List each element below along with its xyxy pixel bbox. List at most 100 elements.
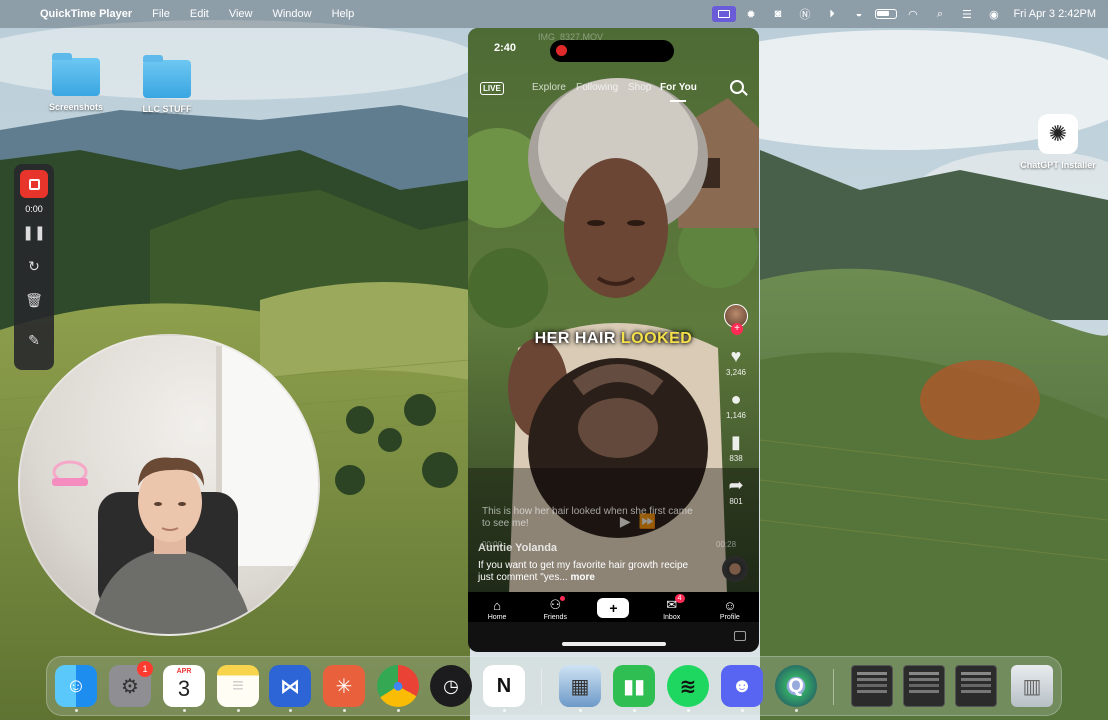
profile-icon: ☺ [723,597,737,613]
recording-timer: 0:00 [25,204,43,214]
control-center-icon[interactable]: ☰ [953,4,980,24]
create-button[interactable]: + [588,598,638,618]
desktop-item-chatgpt-installer[interactable]: ✺ ChatGPT Installer [1010,114,1106,170]
running-indicator [579,709,582,712]
quicktime-icon[interactable]: Q [775,665,817,707]
menu-window[interactable]: Window [262,8,321,20]
bookmark-icon: ▮ [731,431,741,452]
menu-clock[interactable]: Fri Apr 3 2:42PM [1013,8,1096,20]
tab-profile[interactable]: ☺ Profile [705,597,755,622]
comment-icon: ● [730,388,742,409]
minimized-window-thumbnail[interactable] [955,665,997,707]
pause-button[interactable]: ❚❚ [22,220,46,244]
spotify-icon[interactable]: ≋ [667,665,709,707]
running-indicator [397,709,400,712]
play-icon[interactable]: ▶ [620,513,631,530]
caption-highlight: LOOKED [620,330,693,347]
menu-app-name[interactable]: QuickTime Player [40,8,142,20]
more-link[interactable]: more [570,572,594,583]
camera-app-icon[interactable]: ◙ [764,4,791,24]
running-indicator [795,709,798,712]
save-count: 838 [729,454,743,463]
comment-count: 1,146 [725,411,747,420]
numbers-icon[interactable]: ▮▮ [613,665,655,707]
play-status-icon[interactable]: ⏵ [818,4,845,24]
tab-explore[interactable]: Explore [532,82,566,93]
notes-icon[interactable]: ≡ [217,665,259,707]
video-description[interactable]: If you want to get my favorite hair grow… [478,560,706,584]
menu-edit[interactable]: Edit [180,8,219,20]
dock-separator [541,669,542,705]
phone-time: 2:40 [494,42,517,54]
creator-avatar[interactable]: + [724,304,748,335]
screen-recording-icon[interactable] [710,4,737,24]
search-icon[interactable] [730,80,744,94]
desktop-item-label: Screenshots [48,102,104,112]
menu-view[interactable]: View [219,8,263,20]
minimized-window-thumbnail[interactable] [851,665,893,707]
tiktok-video[interactable] [468,28,759,622]
settings-badge: 1 [137,661,153,677]
spotlight-search-icon[interactable]: ⌕ [926,4,953,24]
iphone-mirroring-window[interactable]: IMG_8327.MOV 2:40 LIVE Explore Following… [468,28,759,652]
brightness-icon[interactable]: ✹ [737,4,764,24]
tab-following[interactable]: Following [576,82,618,93]
calendar-icon[interactable]: APR 3 [163,665,205,707]
wifi-icon[interactable]: ◠ [899,4,926,24]
finder-icon[interactable]: ☺ [55,665,97,707]
video-caption: HER HAIR LOOKED [468,330,759,348]
overlay-playback-controls[interactable]: ▶ ⏩ [602,510,674,532]
running-indicator [503,709,506,712]
trash-icon[interactable]: 🗑 [22,288,46,312]
screen-capture-icon[interactable] [734,631,746,641]
comment-button[interactable]: ● 1,146 [722,388,750,421]
dynamic-island [550,40,674,62]
fast-forward-icon[interactable]: ⏩ [639,513,656,530]
draw-icon[interactable]: ✎ [22,328,46,352]
creator-name[interactable]: Auntie Yolanda [478,542,557,554]
menu-file[interactable]: File [142,8,180,20]
clock-icon[interactable]: ◷ [430,665,472,707]
notion-status-icon[interactable]: Ⓝ [791,4,818,24]
menu-bar: QuickTime Player File Edit View Window H… [0,0,1108,28]
webcam-bubble[interactable] [18,334,320,636]
notion-icon[interactable]: N [483,665,525,707]
running-indicator [289,709,292,712]
desktop-item-llc-stuff[interactable]: LLC STUFF [127,55,207,114]
tab-inbox[interactable]: 4 ✉ Inbox [647,594,697,621]
calendar-month: APR [176,668,192,675]
preview-icon[interactable]: ▦ [559,665,601,707]
dock-separator [833,669,834,705]
tab-label: Profile [719,614,740,621]
restart-icon[interactable]: ↻ [22,254,46,278]
sound-disc-icon[interactable] [722,556,748,582]
tab-shop[interactable]: Shop [628,82,651,93]
claude-icon[interactable]: ✳ [323,665,365,707]
vpn-icon[interactable]: ◒ [845,4,872,24]
like-count: 3,246 [725,368,747,377]
trash-icon[interactable]: ▥ [1011,665,1053,707]
recording-controls: 0:00 ❚❚ ↻ 🗑 ✎ [14,164,54,370]
desktop-item-screenshots[interactable]: Screenshots [36,53,116,112]
running-indicator [343,709,346,712]
minimized-window-thumbnail[interactable] [903,665,945,707]
tab-home[interactable]: ⌂ Home [472,598,522,622]
menu-help[interactable]: Help [322,8,365,20]
tab-label: Friends [543,614,567,621]
save-button[interactable]: ▮ 838 [722,431,750,464]
vscode-icon[interactable]: ⋈ [269,665,311,707]
live-button[interactable]: LIVE [480,82,504,95]
home-indicator[interactable] [562,642,666,646]
plus-icon: + [594,598,633,618]
folder-icon [143,55,191,98]
stop-recording-button[interactable] [20,170,48,198]
follow-plus-icon[interactable]: + [731,323,743,335]
chrome-icon[interactable]: ● [377,665,419,707]
discord-icon[interactable]: ☻ [721,665,763,707]
like-button[interactable]: ♥ 3,246 [722,346,750,378]
tab-friends[interactable]: ⚇ Friends [530,596,580,621]
tab-for-you[interactable]: For You [660,82,697,93]
battery-icon[interactable] [872,4,899,24]
share-button[interactable]: ➦ 801 [722,475,750,507]
siri-icon[interactable]: ◉ [980,4,1007,24]
